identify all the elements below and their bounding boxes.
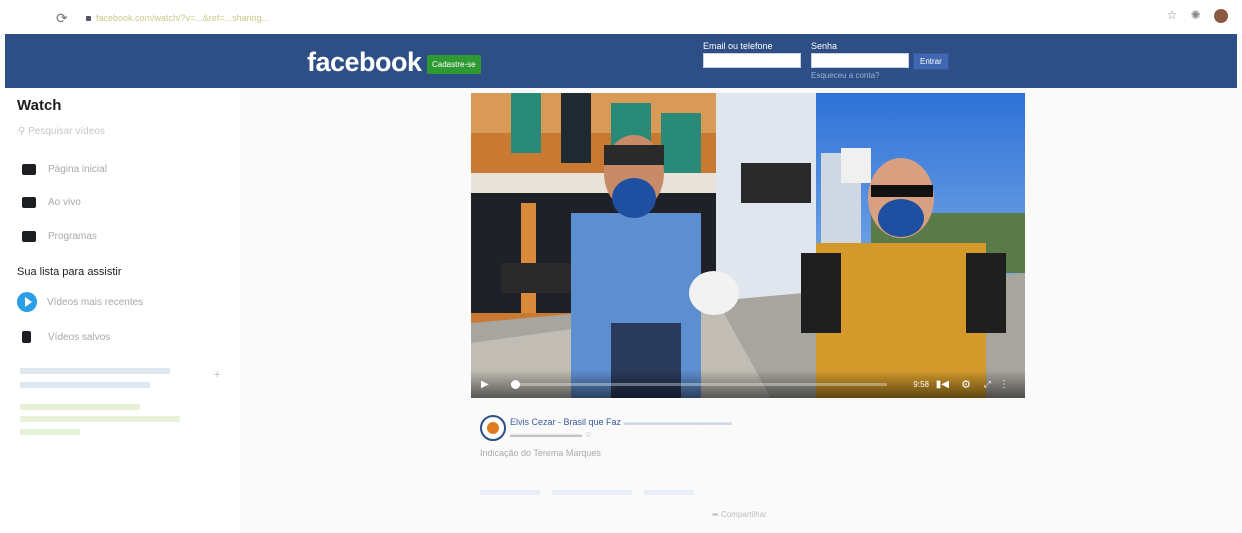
post-caption: Indicação do Terema Marques <box>480 448 601 458</box>
sidebar-item-latest-videos[interactable]: Vídeos mais recentes <box>17 292 143 312</box>
sidebar-item-label: Programas <box>48 231 97 242</box>
login-button[interactable]: Entrar <box>913 53 949 70</box>
share-button[interactable]: ➦ Compartilhar <box>712 510 767 519</box>
share-label: Compartilhar <box>720 510 767 519</box>
bookmark-icon <box>22 331 31 343</box>
more-options-icon[interactable]: ⋮ <box>999 379 1009 390</box>
search-icon: ⚲ <box>18 126 29 137</box>
sidebar-item-label: Ao vivo <box>48 197 81 208</box>
browser-actions: ☆ ✺ <box>1156 8 1228 23</box>
volume-icon[interactable]: ▮◀ <box>936 379 949 390</box>
signup-button[interactable]: Cadastre-se <box>427 55 481 74</box>
video-time: 9:58 <box>913 380 929 389</box>
live-status-faded: ▬▬▬▬▬▬▬▬▬▬▬▬ <box>623 417 732 427</box>
facebook-logo[interactable]: facebook <box>307 47 422 78</box>
post-date-faded: ▬▬▬▬▬▬▬▬▬ ☺ <box>510 430 593 439</box>
fullscreen-icon[interactable]: ⤢ <box>984 379 991 390</box>
progress-track[interactable] <box>511 380 887 389</box>
extensions-icon[interactable]: ✺ <box>1191 8 1201 22</box>
play-icon <box>22 164 36 175</box>
sidebar-item-label: Página inicial <box>48 164 107 175</box>
email-label: Email ou telefone <box>703 41 773 51</box>
sidebar-item-saved-videos[interactable]: Vídeos salvos <box>22 331 110 343</box>
browser-toolbar: ⟳ facebook.com/watch/?v=...&ref=...shari… <box>0 0 1242 34</box>
footer-text-faded <box>20 404 180 438</box>
sidebar-item-label: Vídeos mais recentes <box>47 296 144 308</box>
progress-handle[interactable] <box>511 380 520 389</box>
reload-icon[interactable]: ⟳ <box>56 10 68 27</box>
sidebar-item-label: Vídeos salvos <box>48 331 111 343</box>
video-controls: ▶ 9:58 ▮◀ ⚙ ⤢ ⋮ <box>471 370 1025 398</box>
live-icon <box>22 197 36 208</box>
password-field[interactable] <box>811 53 909 68</box>
email-field[interactable] <box>703 53 801 68</box>
author-name[interactable]: Elvis Cezar - Brasil que Faz <box>510 417 621 427</box>
sidebar-item-home[interactable]: Página inicial <box>22 164 107 175</box>
address-bar[interactable]: facebook.com/watch/?v=...&ref=...sharing… <box>96 13 269 23</box>
watch-sidebar: Watch ⚲ Pesquisar vídeos Página inicial … <box>0 88 240 533</box>
settings-gear-icon[interactable]: ⚙ <box>961 378 971 391</box>
video-player[interactable]: ▶ 9:58 ▮◀ ⚙ ⤢ ⋮ <box>471 93 1025 398</box>
video-frame <box>471 93 1025 398</box>
forgot-account-link[interactable]: Esqueceu a conta? <box>811 71 880 80</box>
clapperboard-icon <box>22 231 36 242</box>
facebook-header: facebook Cadastre-se Email ou telefone S… <box>5 34 1237 88</box>
profile-avatar[interactable] <box>1214 8 1228 23</box>
add-icon[interactable]: + <box>214 369 220 381</box>
sidebar-item-shows[interactable]: Programas <box>22 231 97 242</box>
page-avatar[interactable] <box>480 415 506 441</box>
search-placeholder: Pesquisar vídeos <box>28 126 105 137</box>
sidebar-item-live[interactable]: Ao vivo <box>22 197 81 208</box>
reactions-row-faded <box>480 488 695 497</box>
star-icon[interactable]: ☆ <box>1166 8 1177 22</box>
footer-links-faded <box>20 368 170 391</box>
lock-icon <box>86 16 91 21</box>
play-icon[interactable]: ▶ <box>481 379 489 390</box>
watchlist-heading: Sua lista para assistir <box>17 266 122 278</box>
share-icon: ➦ <box>712 510 721 519</box>
page-title: Watch <box>17 97 62 114</box>
play-circle-icon <box>17 292 37 312</box>
page-name-link[interactable]: Elvis Cezar - Brasil que Faz ▬▬▬▬▬▬▬▬▬▬▬… <box>510 417 732 427</box>
password-label: Senha <box>811 41 838 51</box>
search-input[interactable]: ⚲ Pesquisar vídeos <box>18 126 105 137</box>
